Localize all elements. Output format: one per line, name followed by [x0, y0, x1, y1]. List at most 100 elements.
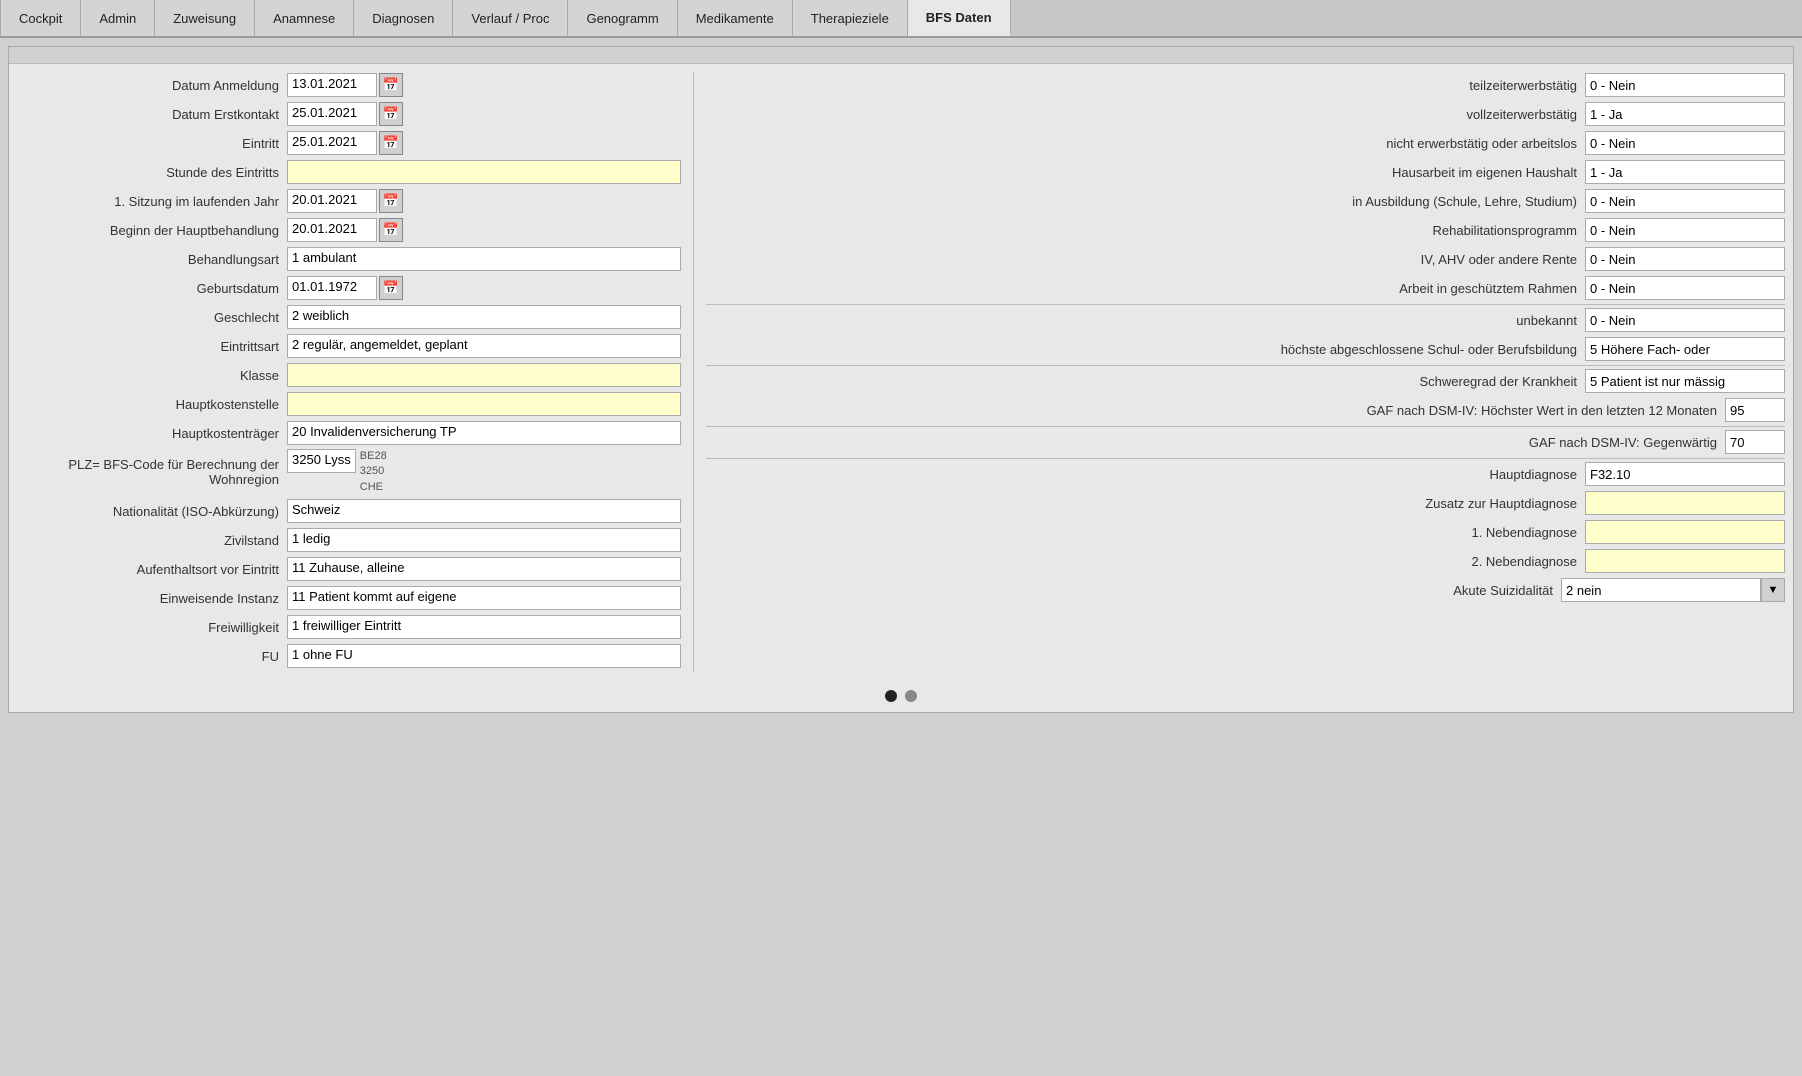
left-label-11: Hauptkostenstelle — [17, 397, 287, 412]
right-input-17[interactable]: 2 nein — [1561, 578, 1761, 602]
dropdown-input-8[interactable]: 2 weiblich — [287, 305, 681, 329]
left-label-12: Hauptkostenträger — [17, 426, 287, 441]
calendar-btn-2[interactable]: 📅 — [379, 131, 403, 155]
separator-12 — [706, 426, 1785, 427]
date-input-2[interactable]: 25.01.2021 — [287, 131, 377, 155]
dropdown-arrow-17[interactable]: ▼ — [1761, 578, 1785, 602]
left-form-row-4: 1. Sitzung im laufenden Jahr20.01.2021📅 — [17, 188, 681, 214]
right-input-13[interactable]: F32.10 — [1585, 462, 1785, 486]
right-input-6[interactable]: 0 - Nein — [1585, 247, 1785, 271]
left-form-row-19: FU1 ohne FU — [17, 643, 681, 669]
left-label-9: Eintrittsart — [17, 339, 287, 354]
right-input-14[interactable] — [1585, 491, 1785, 515]
left-label-18: Freiwilligkeit — [17, 620, 287, 635]
left-form-row-16: Aufenthaltsort vor Eintritt11 Zuhause, a… — [17, 556, 681, 582]
dropdown-input-14[interactable]: Schweiz — [287, 499, 681, 523]
left-form-row-2: Eintritt25.01.2021📅 — [17, 130, 681, 156]
dropdown-input-17[interactable]: 11 Patient kommt auf eigene — [287, 586, 681, 610]
dropdown-input-16[interactable]: 11 Zuhause, alleine — [287, 557, 681, 581]
nav-tab-admin[interactable]: Admin — [81, 0, 155, 36]
right-label-3: Hausarbeit im eigenen Haushalt — [1185, 165, 1585, 180]
right-label-4: in Ausbildung (Schule, Lehre, Studium) — [1165, 194, 1585, 209]
right-form-row-1: vollzeiterwerbstätig1 - Ja — [706, 101, 1785, 127]
right-input-5[interactable]: 0 - Nein — [1585, 218, 1785, 242]
right-input-8[interactable]: 0 - Nein — [1585, 308, 1785, 332]
main-content: Datum Anmeldung13.01.2021📅Datum Erstkont… — [8, 46, 1794, 713]
right-input-12[interactable]: 70 — [1725, 430, 1785, 454]
date-input-1[interactable]: 25.01.2021 — [287, 102, 377, 126]
left-label-1: Datum Erstkontakt — [17, 107, 287, 122]
dropdown-input-19[interactable]: 1 ohne FU — [287, 644, 681, 668]
right-label-12: GAF nach DSM-IV: Gegenwärtig — [1325, 435, 1725, 450]
app-container: CockpitAdminZuweisungAnamneseDiagnosenVe… — [0, 0, 1802, 713]
right-label-1: vollzeiterwerbstätig — [1185, 107, 1585, 122]
calendar-btn-5[interactable]: 📅 — [379, 218, 403, 242]
right-form-row-16: 2. Nebendiagnose — [706, 548, 1785, 574]
separator-13 — [706, 458, 1785, 459]
right-input-4[interactable]: 0 - Nein — [1585, 189, 1785, 213]
nav-tab-therapieziele[interactable]: Therapieziele — [793, 0, 908, 36]
right-input-1[interactable]: 1 - Ja — [1585, 102, 1785, 126]
right-form-row-11: GAF nach DSM-IV: Höchster Wert in den le… — [706, 397, 1785, 423]
date-input-7[interactable]: 01.01.1972 — [287, 276, 377, 300]
left-label-10: Klasse — [17, 368, 287, 383]
nav-tab-cockpit[interactable]: Cockpit — [0, 0, 81, 36]
date-input-4[interactable]: 20.01.2021 — [287, 189, 377, 213]
date-input-5[interactable]: 20.01.2021 — [287, 218, 377, 242]
nav-tab-verlauf_/_proc[interactable]: Verlauf / Proc — [453, 0, 568, 36]
left-label-5: Beginn der Hauptbehandlung — [17, 223, 287, 238]
right-column: teilzeiterwerbstätig0 - Neinvollzeiterwe… — [698, 72, 1793, 672]
form-area: Datum Anmeldung13.01.2021📅Datum Erstkont… — [9, 64, 1793, 680]
nav-tab-bfs_daten[interactable]: BFS Daten — [908, 0, 1011, 36]
right-label-10: Schweregrad der Krankheit — [1185, 374, 1585, 389]
right-input-7[interactable]: 0 - Nein — [1585, 276, 1785, 300]
yellow-input-11[interactable] — [287, 392, 681, 416]
left-label-17: Einweisende Instanz — [17, 591, 287, 606]
right-input-0[interactable]: 0 - Nein — [1585, 73, 1785, 97]
right-input-16[interactable] — [1585, 549, 1785, 573]
dropdown-input-18[interactable]: 1 freiwilliger Eintritt — [287, 615, 681, 639]
right-input-3[interactable]: 1 - Ja — [1585, 160, 1785, 184]
pagination-dot-1[interactable] — [885, 690, 897, 702]
right-label-13: Hauptdiagnose — [1185, 467, 1585, 482]
yellow-input-10[interactable] — [287, 363, 681, 387]
calendar-btn-4[interactable]: 📅 — [379, 189, 403, 213]
left-form-row-7: Geburtsdatum01.01.1972📅 — [17, 275, 681, 301]
left-label-4: 1. Sitzung im laufenden Jahr — [17, 194, 287, 209]
left-form-row-13: PLZ= BFS-Code für Berechnung der Wohnreg… — [17, 449, 681, 495]
dropdown-multi-input-13[interactable]: 3250 Lyss — [287, 449, 356, 473]
left-form-row-15: Zivilstand1 ledig — [17, 527, 681, 553]
dropdown-input-6[interactable]: 1 ambulant — [287, 247, 681, 271]
calendar-btn-7[interactable]: 📅 — [379, 276, 403, 300]
right-input-2[interactable]: 0 - Nein — [1585, 131, 1785, 155]
right-form-row-15: 1. Nebendiagnose — [706, 519, 1785, 545]
right-input-10[interactable]: 5 Patient ist nur mässig — [1585, 369, 1785, 393]
right-label-8: unbekannt — [1185, 313, 1585, 328]
dropdown-input-9[interactable]: 2 regulär, angemeldet, geplant — [287, 334, 681, 358]
right-form-row-5: Rehabilitationsprogramm0 - Nein — [706, 217, 1785, 243]
nav-tab-medikamente[interactable]: Medikamente — [678, 0, 793, 36]
nav-tab-anamnese[interactable]: Anamnese — [255, 0, 354, 36]
nav-tab-genogramm[interactable]: Genogramm — [568, 0, 677, 36]
yellow-input-3[interactable] — [287, 160, 681, 184]
left-form-row-18: Freiwilligkeit1 freiwilliger Eintritt — [17, 614, 681, 640]
left-form-row-9: Eintrittsart2 regulär, angemeldet, gepla… — [17, 333, 681, 359]
right-label-0: teilzeiterwerbstätig — [1185, 78, 1585, 93]
date-input-0[interactable]: 13.01.2021 — [287, 73, 377, 97]
right-form-row-0: teilzeiterwerbstätig0 - Nein — [706, 72, 1785, 98]
nav-tab-zuweisung[interactable]: Zuweisung — [155, 0, 255, 36]
right-input-9[interactable]: 5 Höhere Fach- oder — [1585, 337, 1785, 361]
right-input-11[interactable]: 95 — [1725, 398, 1785, 422]
dropdown-input-15[interactable]: 1 ledig — [287, 528, 681, 552]
nav-tab-diagnosen[interactable]: Diagnosen — [354, 0, 453, 36]
pagination-dot-2[interactable] — [905, 690, 917, 702]
calendar-btn-0[interactable]: 📅 — [379, 73, 403, 97]
left-label-13: PLZ= BFS-Code für Berechnung der Wohnreg… — [17, 457, 287, 487]
right-form-row-3: Hausarbeit im eigenen Haushalt1 - Ja — [706, 159, 1785, 185]
right-input-15[interactable] — [1585, 520, 1785, 544]
column-divider — [693, 72, 694, 672]
calendar-btn-1[interactable]: 📅 — [379, 102, 403, 126]
separator-10 — [706, 365, 1785, 366]
dropdown-input-12[interactable]: 20 Invalidenversicherung TP — [287, 421, 681, 445]
left-form-row-1: Datum Erstkontakt25.01.2021📅 — [17, 101, 681, 127]
